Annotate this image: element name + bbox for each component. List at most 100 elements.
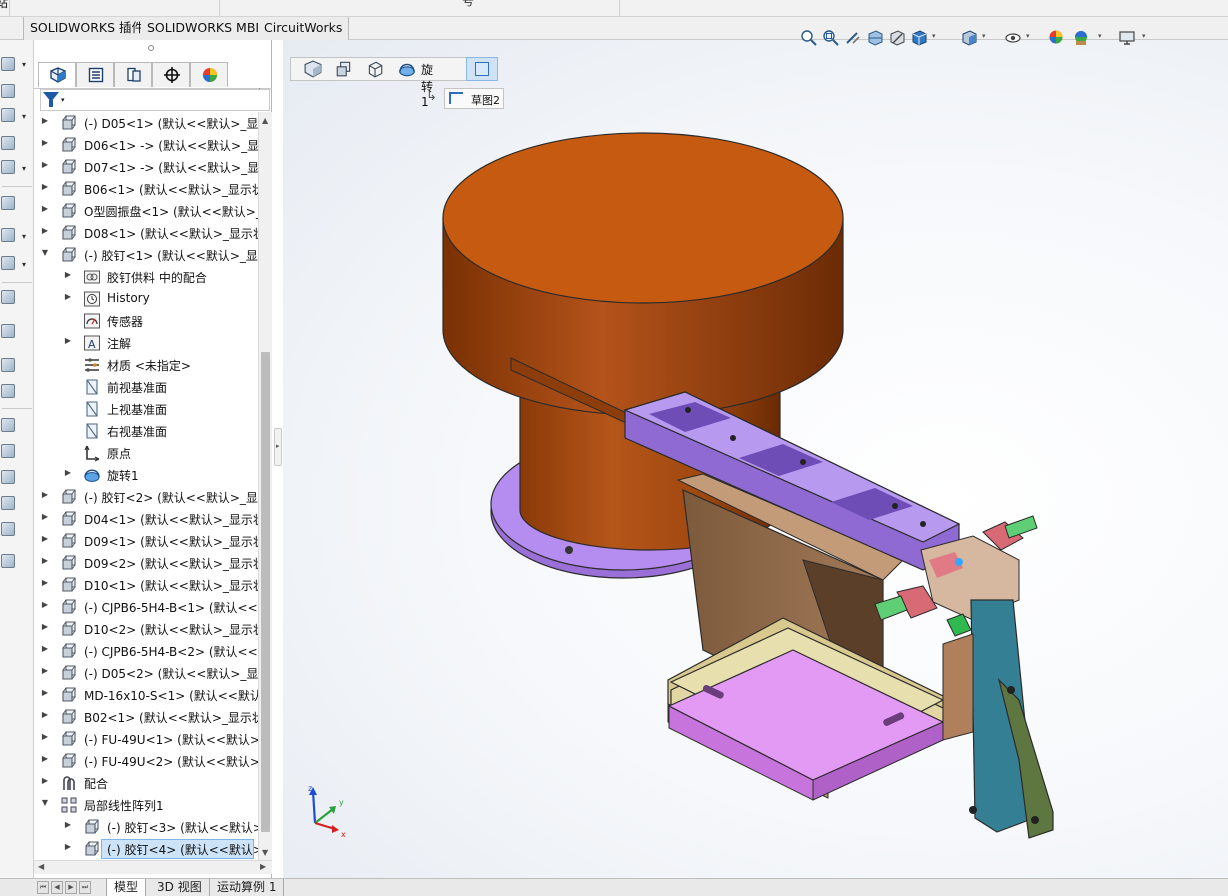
tree-item[interactable]: ▶ D09<2> (默认<<默认>_显示状 xyxy=(34,552,258,574)
tree-item[interactable]: ▶ (-) 胶钉<4> (默认<<默认>_ xyxy=(34,838,258,860)
tree-item[interactable]: ▶ MD-16x10-S<1> (默认<<默认 xyxy=(34,684,258,706)
tree-item[interactable]: ▼ 局部线性阵列1 xyxy=(34,794,258,816)
tree-item[interactable]: 上视基准面 xyxy=(34,398,258,420)
expand-arrow-icon[interactable]: ▶ xyxy=(40,182,50,191)
hide-show-icon[interactable] xyxy=(1004,29,1022,47)
take-snapshot-icon[interactable] xyxy=(1,444,15,458)
tree-item[interactable]: ▶ 配合 xyxy=(34,772,258,794)
zoom-area-icon[interactable] xyxy=(822,29,840,47)
view-orientation-icon[interactable] xyxy=(910,29,928,47)
section-view-icon[interactable] xyxy=(866,29,884,47)
expand-arrow-icon[interactable]: ▶ xyxy=(63,270,73,279)
mate-icon[interactable] xyxy=(1,84,15,98)
expand-arrow-icon[interactable]: ▶ xyxy=(63,468,73,477)
tab-configuration-manager[interactable] xyxy=(114,62,152,87)
chevron-down-icon[interactable]: ▾ xyxy=(22,260,26,269)
insert-component-icon[interactable] xyxy=(1,57,15,71)
view-settings-icon[interactable] xyxy=(1118,29,1136,47)
chevron-down-icon[interactable]: ▾ xyxy=(982,32,986,40)
update-speedpak-icon[interactable] xyxy=(1,418,15,432)
chevron-down-icon[interactable]: ▾ xyxy=(1026,32,1030,40)
chevron-down-icon[interactable]: ▾ xyxy=(1098,32,1102,40)
instant3d-icon[interactable] xyxy=(1,384,15,398)
expand-arrow-icon[interactable]: ▶ xyxy=(63,292,73,301)
expand-arrow-icon[interactable]: ▶ xyxy=(40,688,50,697)
tree-item[interactable]: ▶ O型圆振盘<1> (默认<<默认>_ xyxy=(34,200,258,222)
assembly-icon[interactable] xyxy=(304,60,322,78)
tree-vertical-scrollbar[interactable]: ▲ ▼ xyxy=(258,112,272,860)
tree-item[interactable]: ▼ (-) 胶钉<1> (默认<<默认>_显示 xyxy=(34,244,258,266)
reference-geometry-icon[interactable] xyxy=(1,256,15,270)
tree-item[interactable]: ▶ (-) CJPB6-5H4-B<2> (默认<<默 xyxy=(34,640,258,662)
solid-body-icon[interactable] xyxy=(366,60,384,78)
chevron-down-icon[interactable]: ▾ xyxy=(22,164,26,173)
tab-property-manager[interactable] xyxy=(76,62,114,87)
expand-arrow-icon[interactable]: ▶ xyxy=(40,732,50,741)
tree-item[interactable]: ▶ (-) CJPB6-5H4-B<1> (默认<<默 xyxy=(34,596,258,618)
tree-horizontal-scrollbar[interactable]: ◀ ▶ xyxy=(34,860,272,874)
expand-arrow-icon[interactable]: ▶ xyxy=(63,820,73,829)
tree-item[interactable]: ▶ (-) D05<1> (默认<<默认>_显示 xyxy=(34,112,258,134)
tab-model[interactable]: 模型 xyxy=(106,879,147,896)
tree-item[interactable]: ▶ (-) FU-49U<1> (默认<<默认>_ xyxy=(34,728,258,750)
tab-solidworks-addins[interactable]: SOLIDWORKS 插件 xyxy=(23,17,152,40)
expand-arrow-icon[interactable]: ▶ xyxy=(40,116,50,125)
tree-item[interactable]: ▶ History xyxy=(34,288,258,310)
expand-arrow-icon[interactable]: ▶ xyxy=(40,754,50,763)
tree-item[interactable]: ▶ (-) FU-49U<2> (默认<<默认>_ xyxy=(34,750,258,772)
tree-item[interactable]: ▶ D10<1> (默认<<默认>_显示状 xyxy=(34,574,258,596)
tree-item[interactable]: ▶ 胶钉供料 中的配合 xyxy=(34,266,258,288)
expand-arrow-icon[interactable]: ▶ xyxy=(40,600,50,609)
chevron-down-icon[interactable]: ▾ xyxy=(932,32,936,40)
tree-filter[interactable]: ▾ xyxy=(40,89,270,111)
tree-item[interactable]: ▶ A 注解 xyxy=(34,332,258,354)
bill-of-materials-icon[interactable] xyxy=(1,324,15,338)
tree-item[interactable]: ▶ (-) 胶钉<2> (默认<<默认>_显示 xyxy=(34,486,258,508)
tab-circuitworks[interactable]: CircuitWorks xyxy=(258,17,350,40)
tree-item[interactable]: ▶ B06<1> (默认<<默认>_显示状 xyxy=(34,178,258,200)
reference-triad[interactable]: z y x xyxy=(305,783,351,839)
chevron-down-icon[interactable]: ▾ xyxy=(22,232,26,241)
tab-solidworks-mbd[interactable]: SOLIDWORKS MBD xyxy=(141,17,273,40)
expand-arrow-icon[interactable]: ▶ xyxy=(40,226,50,235)
tab-prev-icon[interactable]: ◀ xyxy=(51,881,63,894)
expand-arrow-icon[interactable]: ▶ xyxy=(40,556,50,565)
large-assembly-icon[interactable] xyxy=(1,470,15,484)
scroll-left-icon[interactable]: ◀ xyxy=(38,862,44,871)
panel-grip-icon[interactable] xyxy=(148,45,154,51)
breadcrumb-sketch[interactable] xyxy=(466,57,498,81)
scroll-up-icon[interactable]: ▲ xyxy=(262,116,268,125)
expand-arrow-icon[interactable]: ▶ xyxy=(40,512,50,521)
expand-arrow-icon[interactable]: ▶ xyxy=(40,160,50,169)
tree-item[interactable]: ▶ D08<1> (默认<<默认>_显示状 xyxy=(34,222,258,244)
expand-arrow-icon[interactable]: ▶ xyxy=(40,490,50,499)
expand-arrow-icon[interactable]: ▶ xyxy=(40,204,50,213)
tree-item[interactable]: ▶ B02<1> (默认<<默认>_显示状 xyxy=(34,706,258,728)
tree-item[interactable]: ▶ D04<1> (默认<<默认>_显示状 xyxy=(34,508,258,530)
edit-appearance-icon[interactable] xyxy=(1048,29,1066,47)
tab-motion-study-1[interactable]: 运动算例 1 xyxy=(210,879,285,896)
tree-item[interactable]: ▶ 旋转1 xyxy=(34,464,258,486)
zoom-to-fit-icon[interactable] xyxy=(800,29,818,47)
bottom-plate[interactable] xyxy=(667,630,945,801)
assembly-features-icon[interactable] xyxy=(1,228,15,242)
tab-dimxpert-manager[interactable] xyxy=(152,62,190,87)
tab-next-icon[interactable]: ▶ xyxy=(65,881,77,894)
show-hidden-icon[interactable] xyxy=(1,196,15,210)
expand-arrow-icon[interactable]: ▶ xyxy=(40,578,50,587)
expand-arrow-icon[interactable]: ▶ xyxy=(40,622,50,631)
expand-arrow-icon[interactable]: ▶ xyxy=(40,138,50,147)
scroll-down-icon[interactable]: ▼ xyxy=(262,848,268,857)
expand-arrow-icon[interactable]: ▶ xyxy=(40,710,50,719)
tree-item[interactable]: 右视基准面 xyxy=(34,420,258,442)
chevron-down-icon[interactable]: ▾ xyxy=(61,96,65,104)
tab-feature-manager[interactable] xyxy=(38,62,76,87)
sketch-item[interactable]: 草图2 xyxy=(444,88,504,109)
clearance-verification-icon[interactable] xyxy=(1,522,15,536)
tree-item[interactable]: ▶ D07<1> -> (默认<<默认>_显示 xyxy=(34,156,258,178)
tree-item[interactable]: 传感器 xyxy=(34,310,258,332)
tab-last-icon[interactable]: ⏭ xyxy=(79,881,91,894)
scrollbar-thumb[interactable] xyxy=(261,352,270,832)
tree-item[interactable]: 原点 xyxy=(34,442,258,464)
part-icon[interactable] xyxy=(335,60,353,78)
